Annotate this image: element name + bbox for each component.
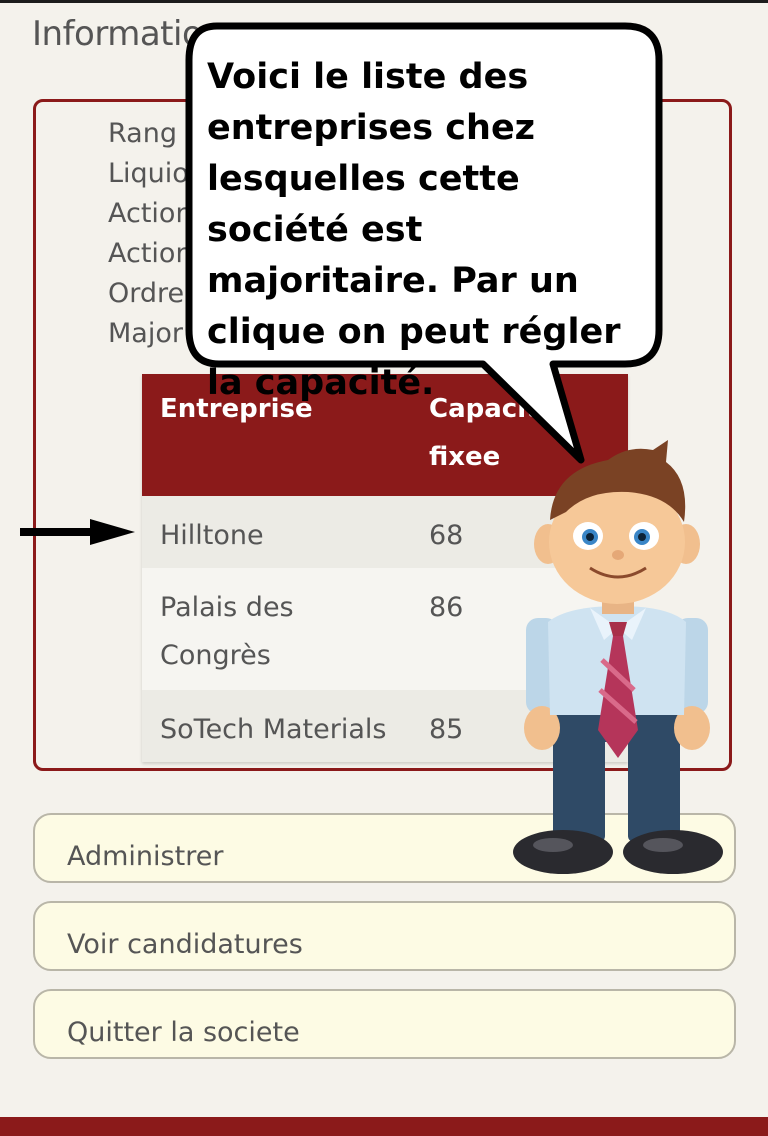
info-line-liquidite: Liquio xyxy=(108,158,189,189)
quitter-societe-button[interactable]: Quitter la societe xyxy=(33,989,736,1059)
voir-candidatures-button[interactable]: Voir candidatures xyxy=(33,901,736,971)
tutorial-message: Voici le liste des entreprises chez lesq… xyxy=(207,57,621,403)
row-company-name: SoTech Materials xyxy=(160,714,387,745)
info-line-rang: Rang xyxy=(108,118,177,149)
section-title: Informatio xyxy=(32,14,203,54)
info-line-actions-1: Action xyxy=(108,198,193,229)
info-line-ordres: Ordre xyxy=(108,278,185,309)
info-list: Rang Liquio Action Action Ordre Major xyxy=(108,114,193,354)
arrow-right-icon xyxy=(20,519,135,545)
row-company-name: Palais des Congrès xyxy=(160,592,294,671)
info-line-actions-2: Action xyxy=(108,238,193,269)
row-company-name: Hilltone xyxy=(160,520,264,551)
businessman-mascot-icon xyxy=(513,440,723,874)
top-divider xyxy=(0,0,768,3)
bottom-bar xyxy=(0,1117,768,1136)
info-line-majoritaire: Major xyxy=(108,318,183,349)
